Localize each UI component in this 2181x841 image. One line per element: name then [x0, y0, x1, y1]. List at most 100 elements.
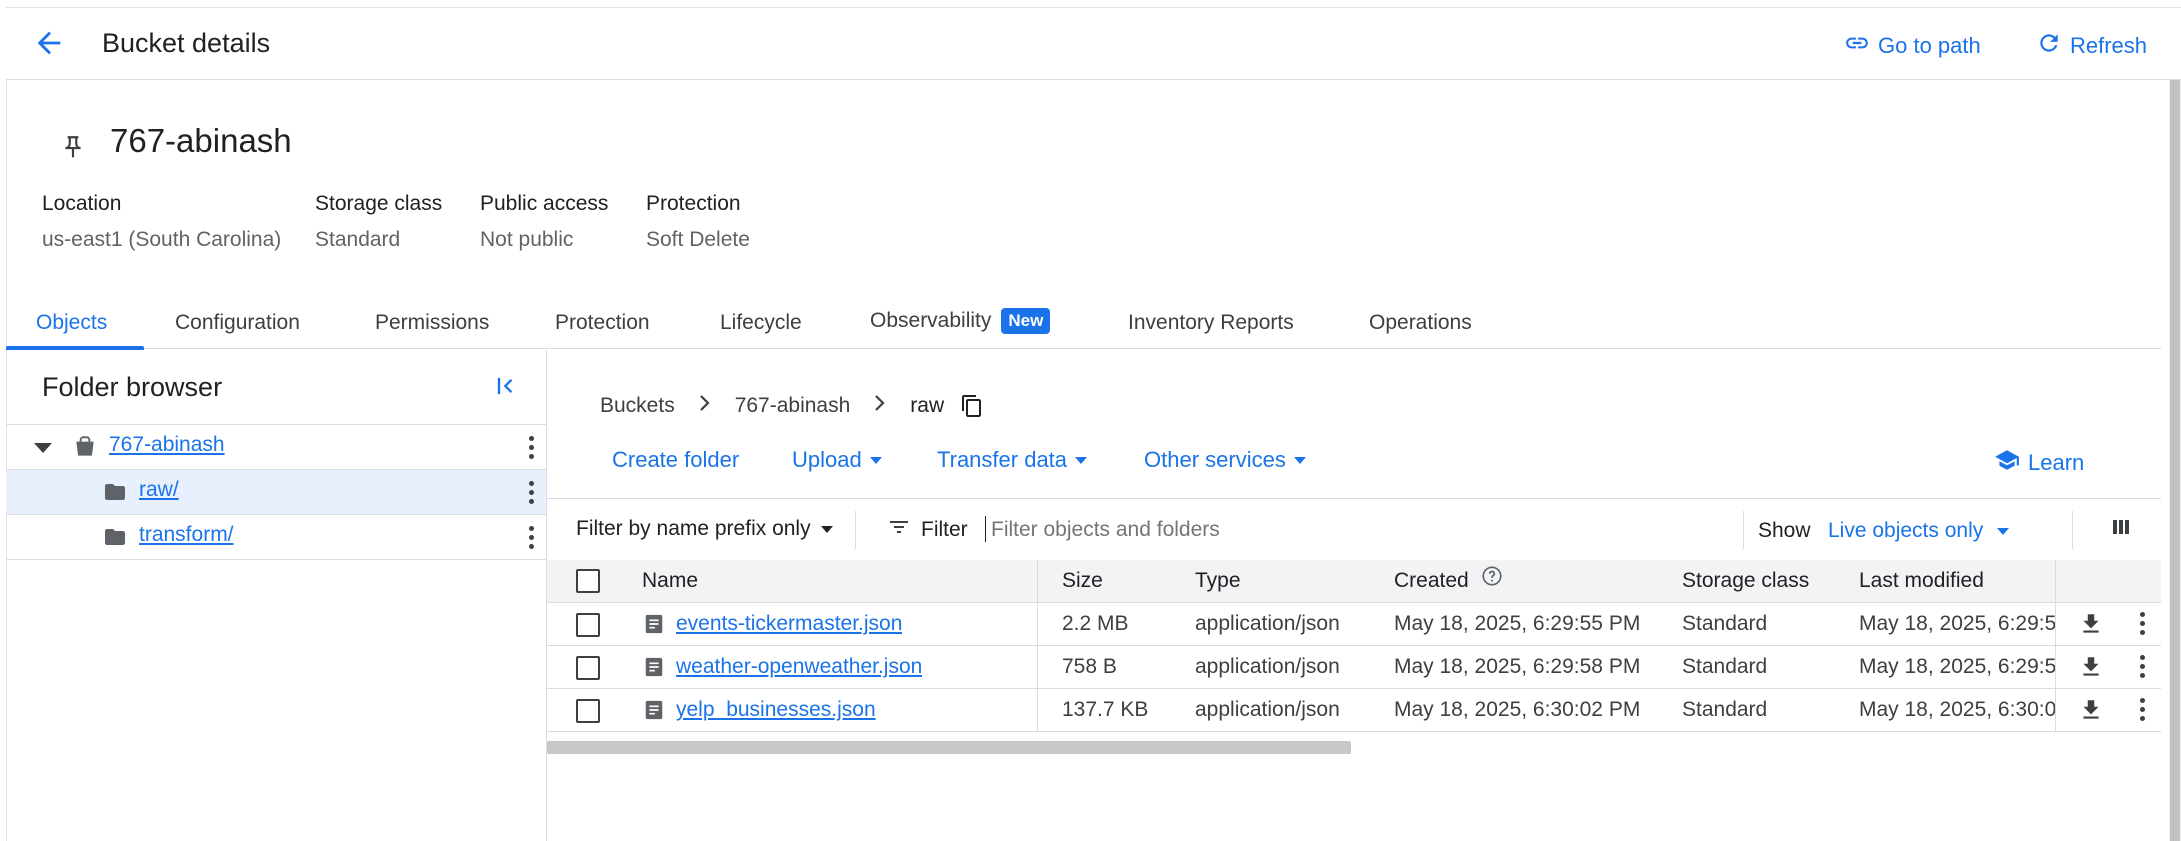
breadcrumb: Buckets 767-abinash raw [600, 388, 984, 423]
tab-protection[interactable]: Protection [555, 311, 650, 335]
filter-divider [855, 511, 856, 549]
file-last-modified: May 18, 2025, 6:30:02 PM [1859, 698, 2055, 721]
row-checkbox[interactable] [576, 656, 600, 680]
transfer-data-label: Transfer data [937, 447, 1068, 472]
upload-button[interactable]: Upload [792, 447, 882, 473]
file-icon [643, 699, 665, 726]
tree-item-transform-menu-icon[interactable] [528, 526, 534, 549]
meta-storage-class-label: Storage class [315, 192, 443, 215]
tab-lifecycle[interactable]: Lifecycle [720, 311, 802, 335]
col-created-label: Created [1394, 569, 1469, 592]
meta-public-access-value: Not public [480, 228, 574, 251]
meta-location-label: Location [42, 192, 122, 215]
breadcrumb-current: raw [910, 393, 945, 417]
file-last-modified: May 18, 2025, 6:29:55 PM [1859, 612, 2055, 635]
col-resize-handle[interactable] [1037, 560, 1038, 602]
file-storage-class: Standard [1682, 698, 1768, 721]
breadcrumb-buckets[interactable]: Buckets [600, 394, 675, 418]
file-name-link[interactable]: yelp_businesses.json [676, 698, 876, 721]
page-header: Bucket details Go to path Refresh [6, 8, 2181, 80]
tab-observability[interactable]: Observability New [870, 308, 1051, 334]
page-title: Bucket details [102, 28, 271, 58]
filter-button[interactable]: Filter [887, 515, 968, 545]
tree-item-raw-label[interactable]: raw/ [139, 478, 179, 502]
learn-button[interactable]: Learn [1994, 447, 2084, 479]
link-icon [1844, 30, 1870, 62]
row-menu-icon[interactable] [2139, 655, 2145, 678]
col-name[interactable]: Name [642, 560, 698, 602]
tree-item-bucket-menu-icon[interactable] [528, 436, 534, 459]
tab-observability-label: Observability [870, 309, 992, 332]
go-to-path-button[interactable]: Go to path [1844, 30, 1981, 62]
tree-item-bucket-label[interactable]: 767-abinash [109, 433, 225, 457]
learn-label: Learn [2028, 450, 2085, 475]
expand-caret-icon[interactable] [34, 443, 52, 453]
other-services-button[interactable]: Other services [1144, 447, 1306, 473]
meta-protection-value: Soft Delete [646, 228, 750, 251]
col-storage-class[interactable]: Storage class [1682, 560, 1809, 602]
file-name-link[interactable]: weather-openweather.json [676, 655, 922, 678]
tab-permissions[interactable]: Permissions [375, 311, 489, 335]
file-type: application/json [1195, 698, 1340, 721]
top-border [0, 0, 2181, 8]
col-resize-handle[interactable] [2055, 560, 2056, 602]
col-divider [2055, 603, 2056, 645]
dropdown-caret-icon [1075, 456, 1088, 464]
copy-icon[interactable] [960, 394, 984, 423]
table-row[interactable]: weather-openweather.json 758 B applicati… [547, 646, 2161, 689]
col-divider [1037, 603, 1038, 645]
dropdown-caret-icon [1293, 456, 1306, 464]
tree-item-raw[interactable]: raw/ [6, 470, 546, 515]
col-size[interactable]: Size [1062, 560, 1103, 602]
back-arrow-icon[interactable] [32, 26, 66, 60]
tree-item-bucket[interactable]: 767-abinash [6, 425, 546, 470]
filter-mode-select[interactable]: Filter by name prefix only [576, 517, 833, 541]
file-created: May 18, 2025, 6:29:58 PM [1394, 655, 1641, 678]
column-display-icon[interactable] [2109, 515, 2133, 544]
pin-icon[interactable] [60, 134, 86, 160]
file-name-link[interactable]: events-tickermaster.json [676, 612, 902, 635]
file-type: application/json [1195, 655, 1340, 678]
row-checkbox[interactable] [576, 613, 600, 637]
collapse-panel-icon[interactable] [492, 372, 520, 400]
table-row[interactable]: yelp_businesses.json 137.7 KB applicatio… [547, 689, 2161, 732]
download-icon[interactable] [2078, 654, 2104, 685]
col-created[interactable]: Created [1394, 560, 1503, 602]
vertical-scrollbar[interactable] [2170, 80, 2180, 841]
tree-item-raw-menu-icon[interactable] [528, 481, 534, 504]
tab-configuration[interactable]: Configuration [175, 311, 300, 335]
file-size: 137.7 KB [1062, 698, 1149, 721]
help-icon[interactable] [1481, 560, 1503, 602]
columns-divider [2072, 511, 2073, 549]
file-created: May 18, 2025, 6:29:55 PM [1394, 612, 1641, 635]
file-type: application/json [1195, 612, 1340, 635]
download-icon[interactable] [2078, 611, 2104, 642]
file-storage-class: Standard [1682, 612, 1768, 635]
row-menu-icon[interactable] [2139, 612, 2145, 635]
create-folder-button[interactable]: Create folder [612, 447, 739, 473]
show-select[interactable]: Live objects only [1828, 519, 2010, 543]
upload-label: Upload [792, 447, 862, 472]
tree-item-transform-label[interactable]: transform/ [139, 523, 234, 547]
breadcrumb-bucket[interactable]: 767-abinash [735, 394, 851, 418]
show-divider [1743, 511, 1744, 549]
dropdown-caret-icon [820, 525, 833, 533]
filter-input[interactable] [989, 511, 1593, 549]
table-row[interactable]: events-tickermaster.json 2.2 MB applicat… [547, 603, 2161, 646]
row-menu-icon[interactable] [2139, 698, 2145, 721]
tree-item-transform[interactable]: transform/ [6, 515, 546, 560]
row-checkbox[interactable] [576, 699, 600, 723]
file-size: 2.2 MB [1062, 612, 1129, 635]
horizontal-scrollbar[interactable] [547, 741, 1351, 754]
refresh-button[interactable]: Refresh [2036, 30, 2147, 62]
tab-objects[interactable]: Objects [36, 311, 107, 335]
folder-icon [102, 525, 128, 554]
download-icon[interactable] [2078, 697, 2104, 728]
dropdown-caret-icon [1997, 527, 2010, 535]
col-type[interactable]: Type [1195, 560, 1241, 602]
col-last-modified[interactable]: Last modified [1859, 560, 1984, 602]
transfer-data-button[interactable]: Transfer data [937, 447, 1088, 473]
select-all-checkbox[interactable] [576, 569, 600, 593]
tab-inventory-reports[interactable]: Inventory Reports [1128, 311, 1294, 335]
tab-operations[interactable]: Operations [1369, 311, 1472, 335]
